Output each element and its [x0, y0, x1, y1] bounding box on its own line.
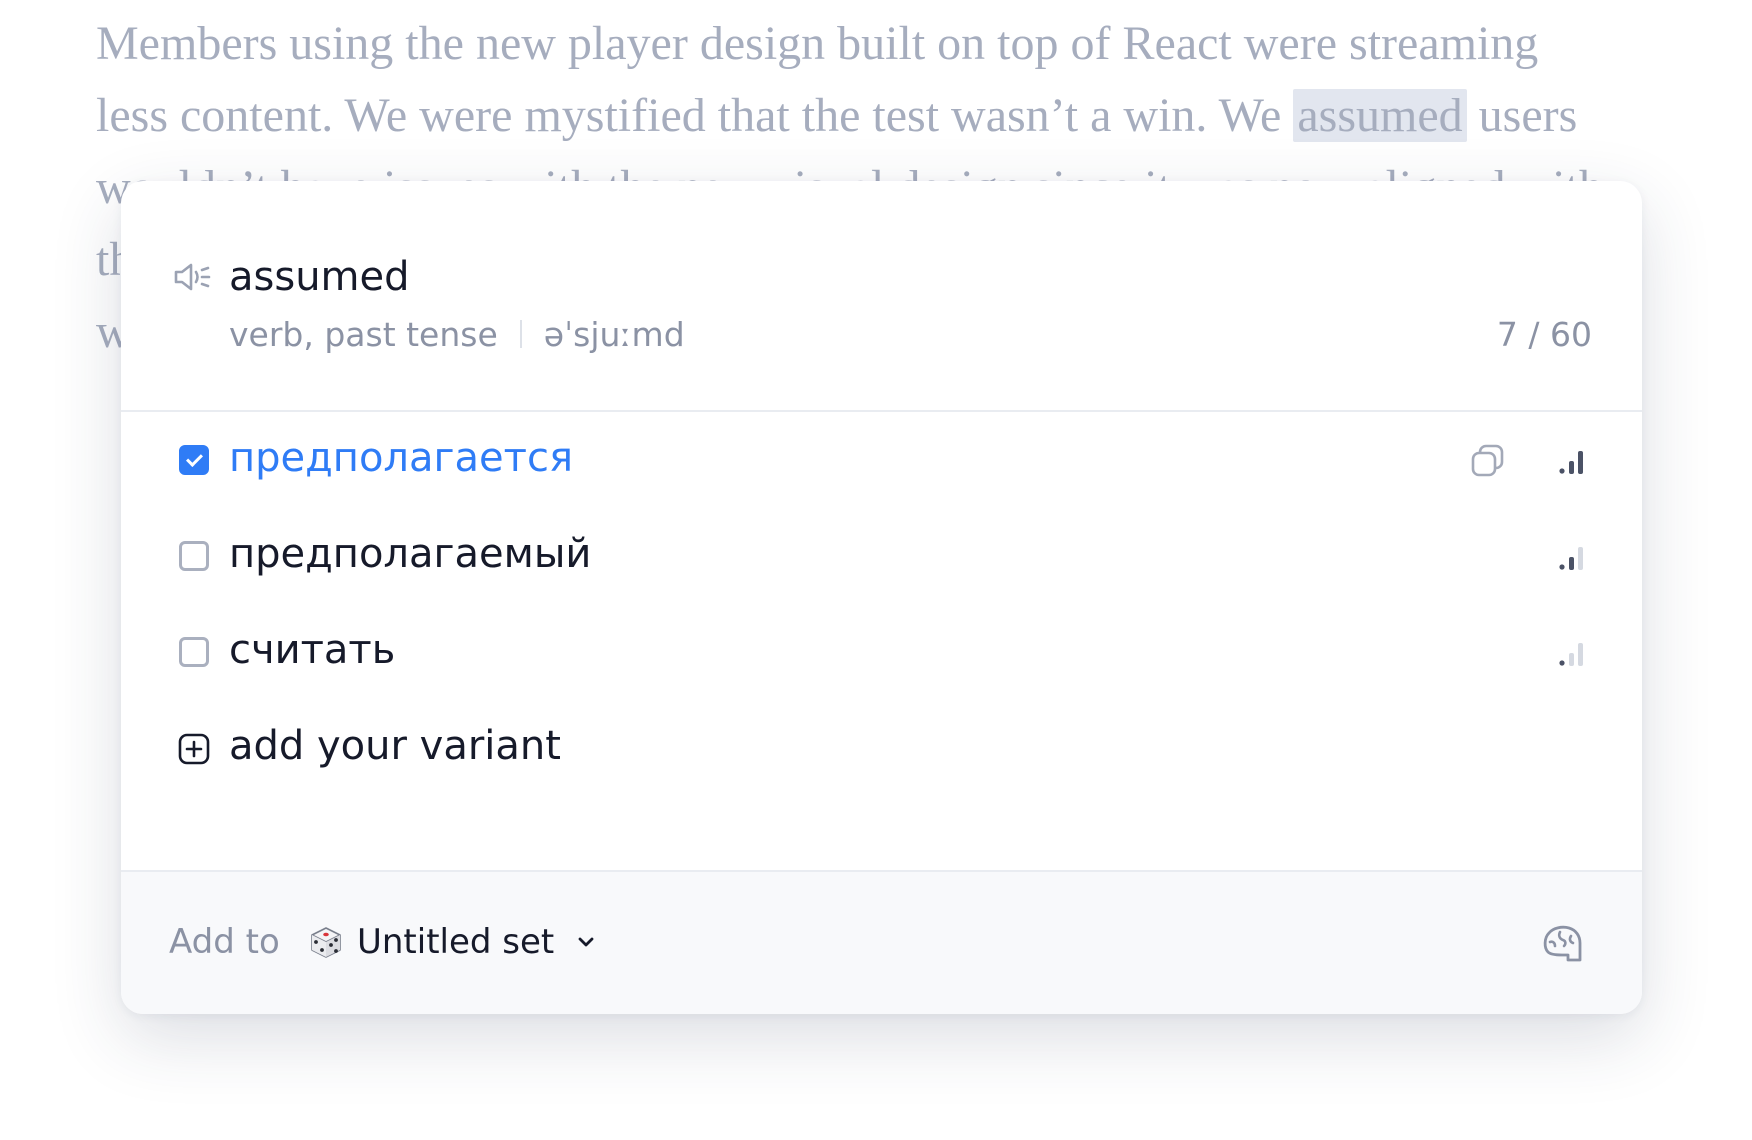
add-variant-label[interactable]: add your variant — [229, 718, 561, 774]
word-meta: verb, past tense əˈsjuːmd — [229, 313, 685, 357]
article-line-2: less content. We were mystified that the… — [96, 80, 1577, 152]
speaker-icon[interactable] — [173, 261, 211, 293]
variant-row-1[interactable]: предполагается — [121, 412, 1642, 508]
dice-icon — [311, 927, 341, 958]
variant-label-2[interactable]: предполагаемый — [229, 526, 591, 582]
popup-header: assumed verb, past tense əˈsjuːmd 7 / 60 — [121, 181, 1642, 412]
copy-icon[interactable] — [1468, 441, 1508, 481]
variant-row-2[interactable]: предполагаемый — [121, 508, 1642, 604]
chevron-down-icon[interactable] — [576, 935, 596, 949]
set-dropdown[interactable]: Untitled set — [307, 916, 596, 968]
part-of-speech: verb, past tense — [229, 315, 498, 354]
variant-label-3[interactable]: считать — [229, 622, 395, 678]
frequency-icon — [1559, 451, 1583, 474]
source-word: assumed — [229, 254, 410, 300]
variant-checkbox-1[interactable] — [179, 445, 209, 475]
article-line-2-after: users — [1466, 89, 1578, 142]
word-counter: 7 / 60 — [1496, 315, 1592, 354]
frequency-icon — [1559, 643, 1583, 666]
variant-label-1[interactable]: предполагается — [229, 430, 573, 486]
article-line-2-before: less content. We were mystified that the… — [96, 89, 1294, 142]
popup-footer: Add to Untitled set — [121, 870, 1642, 1014]
page: Members using the new player design buil… — [0, 0, 1752, 1140]
translation-popup: assumed verb, past tense əˈsjuːmd 7 / 60 … — [121, 181, 1642, 1014]
transcription: əˈsjuːmd — [543, 315, 685, 354]
add-to-label: Add to — [169, 922, 280, 962]
brain-icon[interactable] — [1540, 922, 1584, 966]
meta-divider — [519, 319, 522, 348]
variant-row-3[interactable]: считать — [121, 604, 1642, 700]
frequency-icon — [1559, 547, 1583, 570]
add-variant-row[interactable]: add your variant — [121, 700, 1642, 796]
variant-checkbox-3[interactable] — [179, 637, 209, 667]
highlighted-word[interactable]: assumed — [1293, 89, 1467, 142]
article-line-1: Members using the new player design buil… — [96, 17, 1539, 70]
variant-checkbox-2[interactable] — [179, 541, 209, 571]
set-name[interactable]: Untitled set — [357, 920, 554, 964]
plus-icon[interactable] — [177, 732, 211, 766]
